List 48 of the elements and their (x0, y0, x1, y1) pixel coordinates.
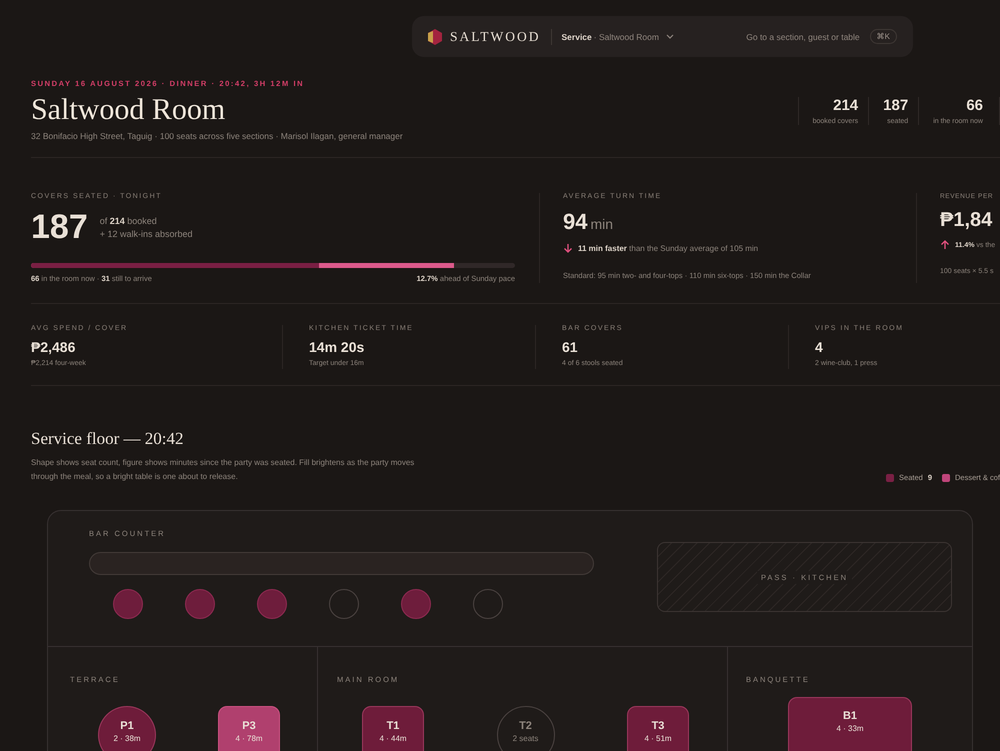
metric-value: 4 (815, 339, 824, 355)
bar-stool[interactable] (185, 589, 215, 619)
table-info: 4 · 33m (836, 724, 864, 733)
venue-details: 32 Bonifacio High Street, Taguig · 100 seats across five sections · Marisol Ilagan, general manager (31, 131, 403, 141)
venue-selector[interactable]: Service · Saltwood Room (562, 32, 674, 42)
table-marker[interactable]: T2 2 seats (496, 706, 554, 751)
bar-stool[interactable] (329, 589, 359, 619)
bar-stool[interactable] (473, 589, 503, 619)
page-title: Saltwood Room (31, 93, 226, 127)
stat-value: 187 (883, 97, 908, 114)
metric-note: of 214 booked (100, 214, 158, 228)
metric-value: 94 (563, 209, 588, 234)
bar-stool[interactable] (113, 589, 143, 619)
table-marker[interactable]: B1 4 · 33m (788, 697, 912, 751)
metric-value: 61 (562, 339, 579, 355)
table-marker[interactable]: T3 4 · 51m (627, 706, 689, 751)
stat-value: 214 (832, 97, 858, 114)
unit-label: min (590, 216, 614, 232)
table-info: 4 · 44m (379, 734, 407, 743)
table-number: B1 (842, 710, 858, 722)
table-info: 4 · 78m (235, 734, 263, 743)
table-info: 4 · 51m (644, 734, 672, 743)
bar-stool[interactable] (401, 589, 431, 619)
shortcut-key: ⌘K (870, 29, 897, 44)
metric-note: + 12 walk-ins absorbed (100, 228, 193, 240)
metric-value: 14m 20s (309, 339, 366, 355)
metric-value: ₱2,486 (31, 339, 76, 355)
chevron-down-icon[interactable] (666, 34, 674, 40)
table-number: P1 (120, 720, 134, 732)
table-marker[interactable]: P1 2 · 38m (98, 706, 156, 751)
table-number: T2 (519, 720, 532, 732)
floor-description: Shape shows seat count, figure shows minutes since the party was seated. Fill brightens as the party moves through the meal, so a bright table is one about to release. (31, 457, 416, 483)
search-field[interactable]: Go to a section, guest or table (674, 30, 862, 42)
metric-value: 187 (31, 208, 88, 247)
trend-text: 11 min faster than the Sunday average of 105 min (578, 244, 758, 252)
table-info: 2 · 38m (113, 734, 141, 743)
brand-name: SALTWOOD (450, 28, 541, 44)
table-number: T1 (386, 720, 400, 732)
logo-icon (428, 28, 442, 44)
table-marker[interactable]: P3 4 · 78m (218, 706, 280, 751)
metric-value: ₱1,84 (940, 209, 992, 231)
stat-value: 66 (965, 97, 983, 114)
table-number: P3 (242, 720, 256, 732)
table-marker[interactable]: T1 4 · 44m (362, 706, 424, 751)
table-number: T3 (652, 720, 664, 732)
bar-stool[interactable] (257, 589, 287, 619)
table-info: 2 seats (512, 734, 538, 743)
section-title: Service floor — 20:42 (31, 429, 184, 449)
